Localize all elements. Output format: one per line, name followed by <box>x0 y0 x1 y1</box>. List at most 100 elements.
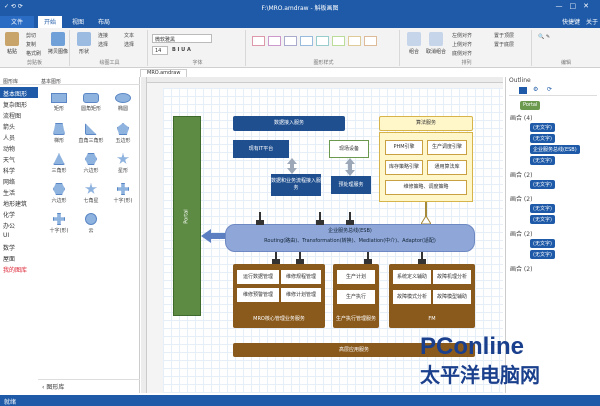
bold-button[interactable]: B I U A <box>172 47 191 53</box>
category-item[interactable]: 化学 <box>0 208 38 219</box>
send-back-button[interactable]: 置于底层 <box>494 41 514 48</box>
style-swatch[interactable] <box>252 36 265 46</box>
inventory-engine[interactable]: 库存策略引擎 <box>385 160 423 175</box>
select-tool-button[interactable]: 形状 <box>74 32 94 58</box>
category-item[interactable]: 地形建筑 <box>0 197 38 208</box>
category-item[interactable]: UI <box>0 230 38 241</box>
outline-group[interactable]: 画合 (2) <box>510 170 532 179</box>
shape-tile[interactable]: 七角星 <box>76 181 106 205</box>
production-item[interactable]: 生产计划 <box>337 270 375 284</box>
outline-node[interactable]: (无文字) <box>530 204 555 213</box>
fm-item[interactable]: 故障模式分析 <box>393 290 431 304</box>
maintenance-strategy[interactable]: 维修策略、调度策略 <box>385 180 467 195</box>
tab-layout[interactable]: 布局 <box>92 16 116 28</box>
library-footer[interactable]: ‹ 图形库 <box>38 379 140 391</box>
fm-item[interactable]: 故障机理分析 <box>433 270 471 284</box>
outline-group[interactable]: 画合 (2) <box>510 194 532 203</box>
paste-button[interactable]: 粘贴 <box>2 32 22 58</box>
shape-tile[interactable]: 椭圆 <box>108 91 138 115</box>
category-item[interactable]: 天气 <box>0 153 38 164</box>
outline-group[interactable]: 画合 (2) <box>510 229 532 238</box>
outline-node[interactable]: (无文字) <box>530 123 555 132</box>
data-flow-box[interactable]: 数据和业务流程接入服务 <box>271 174 321 196</box>
style-swatch[interactable] <box>316 36 329 46</box>
data-in-service[interactable]: 数据接入服务 <box>233 116 345 131</box>
shape-tile[interactable]: 星形 <box>108 151 138 175</box>
style-swatch[interactable] <box>348 36 361 46</box>
shape-tile[interactable]: 六边形 <box>76 151 106 175</box>
outline-node[interactable]: (无文字) <box>530 134 555 143</box>
shape-tile[interactable]: 三角形 <box>44 151 74 175</box>
outline-group[interactable]: 画合 (2) <box>510 264 532 273</box>
outline-node[interactable]: (无文字) <box>530 180 555 189</box>
copy-image-button[interactable]: 拷贝图像 <box>48 32 68 58</box>
shape-tile[interactable]: 五边形 <box>108 121 138 145</box>
tab-view[interactable]: 视图 <box>66 16 90 28</box>
layer-icon[interactable] <box>519 87 527 94</box>
schedule-engine[interactable]: 生产调度引擎 <box>427 140 467 155</box>
algo-library[interactable]: 通用算法库 <box>427 160 467 175</box>
tab-file[interactable]: 文件 <box>0 16 34 28</box>
portal-box[interactable]: Portal <box>173 116 201 316</box>
shape-tile[interactable]: 云 <box>76 211 106 235</box>
shortcut-button[interactable]: 快捷键 <box>562 17 580 26</box>
shape-tile[interactable]: 梯形 <box>44 121 74 145</box>
category-item[interactable]: 屋面 <box>0 252 38 263</box>
fm-item[interactable]: 故障模型辅助 <box>433 290 471 304</box>
field-device-box[interactable]: 现场设备 <box>329 140 369 158</box>
mro-item[interactable]: 运行数据管理 <box>237 270 279 284</box>
select-button[interactable]: 选择 <box>98 41 108 48</box>
style-swatch[interactable] <box>364 36 377 46</box>
mro-item[interactable]: 维修规程管理 <box>281 270 321 284</box>
bring-front-button[interactable]: 置于顶层 <box>494 32 514 39</box>
outline-root[interactable]: Portal <box>520 101 541 110</box>
category-item[interactable]: 网络 <box>0 175 38 186</box>
category-item[interactable]: 复杂图形 <box>0 98 38 109</box>
outline-group[interactable]: 画合 (4) <box>510 113 532 122</box>
outline-node[interactable]: (无文字) <box>530 215 555 224</box>
connect-button[interactable]: 连接 <box>98 32 108 39</box>
category-item[interactable]: 我的图库 <box>0 263 38 274</box>
outline-node[interactable]: (无文字) <box>530 250 555 259</box>
shape-tile[interactable]: 十字(形) <box>108 181 138 205</box>
shape-tile[interactable]: 圆角矩形 <box>76 91 106 115</box>
settings-icon[interactable]: ⚙ <box>533 86 538 93</box>
outline-node[interactable]: 企业服务总线(ESB) <box>530 145 580 154</box>
category-item[interactable]: 生活 <box>0 186 38 197</box>
it-platform-box[interactable]: 现有IT平台 <box>233 140 289 158</box>
category-item[interactable]: 箭头 <box>0 120 38 131</box>
category-item[interactable]: 数学 <box>0 241 38 252</box>
category-item[interactable]: 科学 <box>0 164 38 175</box>
shape-tile[interactable]: 矩形 <box>44 91 74 115</box>
align-top-button[interactable]: 上侧对齐 <box>452 41 472 48</box>
preprocess-box[interactable]: 预处理服务 <box>331 176 371 194</box>
style-swatch[interactable] <box>268 36 281 46</box>
text-button[interactable]: 文本 <box>124 32 134 39</box>
outline-node[interactable]: (无文字) <box>530 156 555 165</box>
mro-item[interactable]: 维修预警管理 <box>237 288 279 302</box>
align-left-button[interactable]: 左侧对齐 <box>452 32 472 39</box>
production-item[interactable]: 生产执行 <box>337 290 375 304</box>
style-swatch[interactable] <box>284 36 297 46</box>
outline-node[interactable]: (无文字) <box>530 239 555 248</box>
font-size-select[interactable]: 14 <box>152 46 168 55</box>
refresh-icon[interactable]: ⟳ <box>547 86 552 93</box>
copy-button[interactable]: 复制 <box>26 41 36 48</box>
document-tab[interactable]: MRO.amdraw <box>140 69 188 77</box>
category-item[interactable]: 流程图 <box>0 109 38 120</box>
phm-engine[interactable]: PHM引擎 <box>385 140 423 155</box>
shape-tile[interactable]: 直角三角形 <box>76 121 106 145</box>
shape-tile[interactable]: 六边形 <box>44 181 74 205</box>
cut-button[interactable]: 剪切 <box>26 32 36 39</box>
ungroup-button[interactable]: 取消组合 <box>426 32 446 58</box>
style-swatch[interactable] <box>332 36 345 46</box>
tab-start[interactable]: 开始 <box>38 16 62 28</box>
group-button[interactable]: 组合 <box>404 32 424 58</box>
shape-tile[interactable]: 十字(形) <box>44 211 74 235</box>
fm-item[interactable]: 系统定义辅助 <box>393 270 431 284</box>
window-controls[interactable]: —□✕ <box>556 2 596 10</box>
algo-service[interactable]: 算法服务 <box>379 116 473 131</box>
category-item[interactable]: 基本图形 <box>0 87 38 98</box>
find-button[interactable]: 🔍 ✎ <box>538 34 550 40</box>
category-item[interactable]: 人员 <box>0 131 38 142</box>
